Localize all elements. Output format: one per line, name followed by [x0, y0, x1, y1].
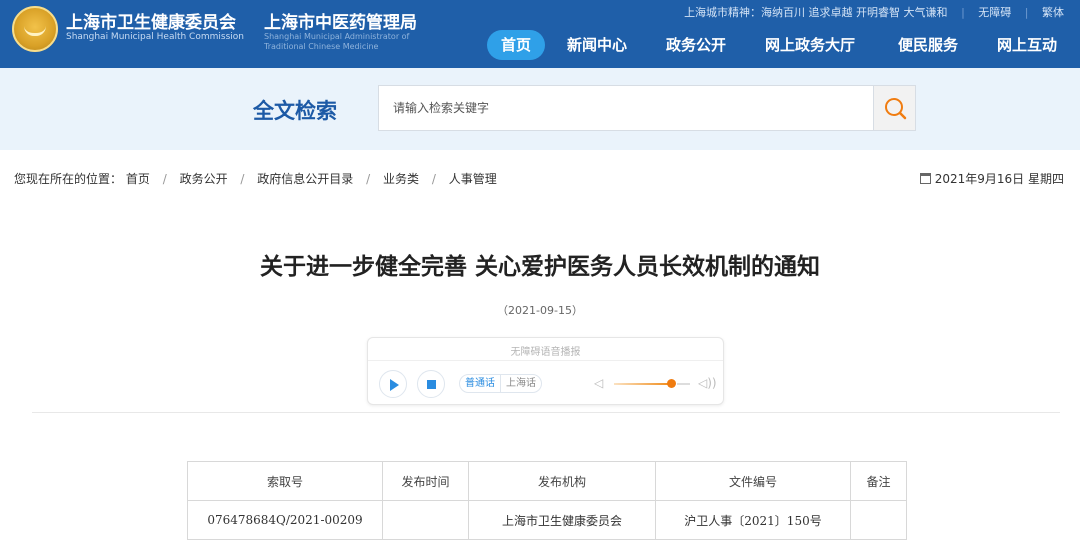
org-name-tcm-administration[interactable]: 上海市中医药管理局	[264, 8, 417, 33]
audio-player: 无障碍语音播报 普通话 上海话 ◁ ◁))	[367, 337, 724, 405]
search-band: 全文检索	[0, 68, 1080, 150]
breadcrumb: 您现在所在的位置： 首页 / 政务公开 / 政府信息公开目录 / 业务类 / 人…	[14, 172, 497, 186]
nav-item-online-hall[interactable]: 网上政务大厅	[765, 30, 855, 60]
col-header-publisher: 发布机构	[468, 461, 656, 501]
play-icon	[390, 379, 399, 391]
cell-index-no: 076478684Q/2021-00209	[187, 500, 383, 540]
article-title: 关于进一步健全完善 关心爱护医务人员长效机制的通知	[259, 254, 820, 280]
org-name-tcm-administration-en: Shanghai Municipal Administrator of Trad…	[264, 32, 410, 51]
article-date: （2021-09-15）	[497, 304, 583, 317]
volume-low-icon[interactable]: ◁	[594, 376, 603, 390]
col-header-doc-number: 文件编号	[655, 461, 851, 501]
current-date-text: 2021年9月16日 星期四	[934, 172, 1064, 186]
cell-remarks	[850, 500, 907, 540]
search-input[interactable]	[378, 85, 874, 131]
breadcrumb-personnel[interactable]: 人事管理	[449, 172, 497, 186]
breadcrumb-business[interactable]: 业务类	[383, 172, 419, 186]
emblem-logo[interactable]	[12, 6, 58, 52]
content-divider	[32, 412, 1060, 413]
cell-publisher: 上海市卫生健康委员会	[468, 500, 656, 540]
play-button[interactable]	[379, 370, 407, 398]
col-header-remarks: 备注	[850, 461, 907, 501]
calendar-icon	[919, 173, 931, 184]
table-row: 076478684Q/2021-00209 上海市卫生健康委员会 沪卫人事〔20…	[187, 500, 907, 540]
stop-button[interactable]	[417, 370, 445, 398]
player-title: 无障碍语音播报	[510, 347, 581, 358]
breadcrumb-home[interactable]: 首页	[126, 172, 150, 186]
site-header: 上海市卫生健康委员会 Shanghai Municipal Health Com…	[0, 0, 1080, 68]
breadcrumb-info-catalog[interactable]: 政府信息公开目录	[257, 172, 353, 186]
breadcrumb-gov-affairs[interactable]: 政务公开	[180, 172, 228, 186]
volume-high-icon[interactable]: ◁))	[698, 376, 717, 390]
cell-doc-number: 沪卫人事〔2021〕150号	[655, 500, 851, 540]
lang-mandarin-option[interactable]: 普通话	[460, 375, 500, 392]
stop-icon	[427, 380, 436, 389]
current-date: 2021年9月16日 星期四	[919, 170, 1064, 187]
cell-publish-time	[382, 500, 469, 540]
traditional-chinese-link[interactable]: 繁体	[1042, 6, 1064, 19]
col-header-index-no: 索取号	[187, 461, 383, 501]
table-header-row: 索取号 发布时间 发布机构 文件编号 备注	[187, 461, 907, 501]
search-button[interactable]	[873, 85, 916, 131]
nav-item-news[interactable]: 新闻中心	[567, 30, 627, 60]
document-meta-table: 索取号 发布时间 发布机构 文件编号 备注 076478684Q/2021-00…	[187, 461, 907, 540]
col-header-publish-time: 发布时间	[382, 461, 469, 501]
accessibility-link[interactable]: 无障碍	[978, 6, 1011, 19]
nav-item-home[interactable]: 首页	[487, 30, 546, 60]
nav-item-public-service[interactable]: 便民服务	[898, 30, 958, 60]
org-name-health-commission[interactable]: 上海市卫生健康委员会	[66, 8, 236, 33]
search-icon	[885, 98, 907, 120]
city-spirit-text: 上海城市精神：海纳百川 追求卓越 开明睿智 大气谦和	[684, 6, 948, 19]
nav-item-interaction[interactable]: 网上互动	[997, 30, 1057, 60]
volume-slider-handle[interactable]	[667, 379, 676, 388]
org-name-health-commission-en: Shanghai Municipal Health Commission	[66, 32, 244, 42]
language-switch: 普通话 上海话	[459, 374, 542, 393]
lang-shanghainese-option[interactable]: 上海话	[500, 375, 541, 392]
nav-item-gov-affairs[interactable]: 政务公开	[666, 30, 726, 60]
volume-slider[interactable]	[614, 383, 671, 385]
search-title: 全文检索	[253, 99, 337, 123]
top-utility-bar: 上海城市精神：海纳百川 追求卓越 开明睿智 大气谦和 | 无障碍 | 繁体	[684, 6, 1064, 19]
breadcrumb-prefix: 您现在所在的位置：	[14, 172, 123, 186]
